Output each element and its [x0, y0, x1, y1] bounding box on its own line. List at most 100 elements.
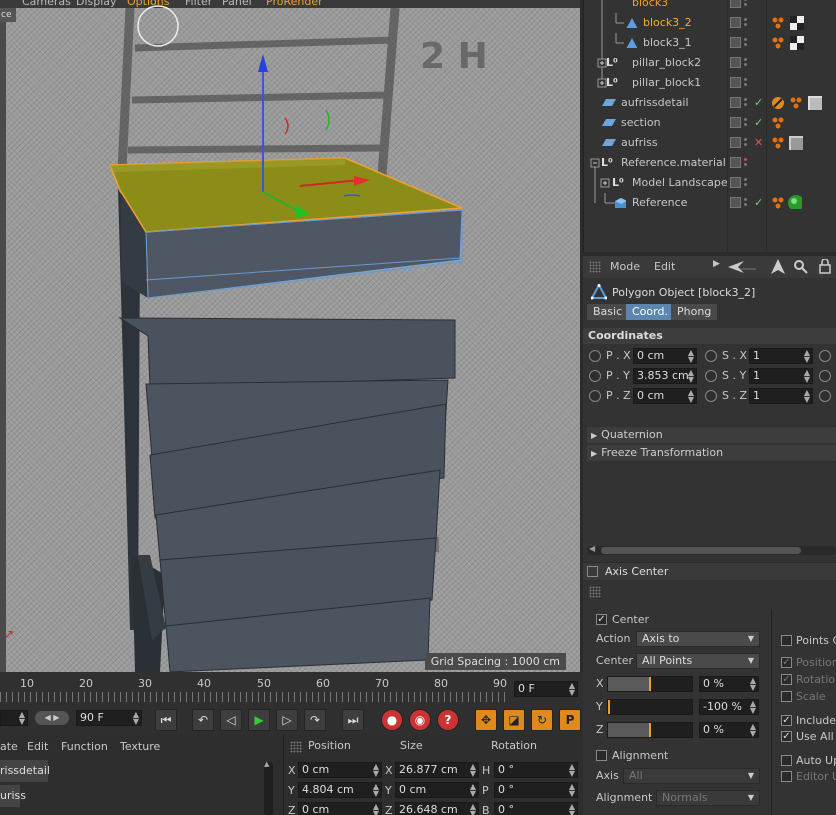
texture-tag-icon[interactable]: [771, 196, 785, 210]
object-flags[interactable]: [730, 36, 750, 50]
tab-coord[interactable]: Coord.: [626, 304, 674, 320]
object-flags[interactable]: [730, 156, 750, 170]
play-icon[interactable]: ▶: [248, 709, 270, 731]
z-percent-field[interactable]: 0 % ▲ ▼: [699, 722, 759, 738]
object-row-aufriss[interactable]: aufriss ✕: [584, 133, 836, 153]
object-row-block3[interactable]: block3: [584, 0, 836, 13]
y-slider[interactable]: [607, 699, 693, 715]
keyframe-radio[interactable]: [819, 350, 831, 362]
object-row-reference[interactable]: Reference ✓: [584, 193, 836, 213]
menu-texture[interactable]: Texture: [120, 740, 160, 753]
object-flags[interactable]: [730, 136, 750, 150]
object-row-block3-1[interactable]: block3_1: [584, 33, 836, 53]
y-percent-field[interactable]: -100 % ▲ ▼: [699, 699, 759, 715]
go-to-end-icon[interactable]: ⏭: [342, 709, 364, 731]
material-tag-icon[interactable]: [789, 136, 803, 150]
enabled-check-icon[interactable]: ✓: [754, 116, 763, 129]
scale-z-field[interactable]: 1 ▲ ▼: [749, 388, 813, 404]
position-z-field[interactable]: 0 cm ▲ ▼: [633, 388, 697, 404]
scene-canvas[interactable]: 2 H H: [0, 0, 580, 672]
scrollbar-thumb[interactable]: [601, 547, 801, 554]
object-row-block3-2[interactable]: block3_2: [584, 13, 836, 33]
chevron-right-icon[interactable]: ▶: [713, 259, 720, 269]
keyframe-selection-icon[interactable]: ?: [437, 709, 459, 731]
search-icon[interactable]: [794, 260, 808, 274]
object-row-section[interactable]: section ✓: [584, 113, 836, 133]
auto-update-checkbox[interactable]: [781, 755, 792, 766]
scroll-left-icon[interactable]: ◀: [589, 544, 595, 553]
parameter-key-icon[interactable]: P: [559, 709, 581, 731]
material-tag-icon[interactable]: [790, 36, 804, 50]
object-flags[interactable]: [730, 56, 750, 70]
position-x-input[interactable]: 0 cm ▲ ▼: [298, 762, 382, 778]
next-frame-icon[interactable]: ▷: [276, 709, 298, 731]
material-item[interactable]: uriss: [0, 785, 26, 807]
object-flags[interactable]: [730, 76, 750, 90]
timeline[interactable]: 10 20 30 40 50 60 70 80 90: [0, 672, 583, 704]
display-tag-icon[interactable]: [771, 96, 785, 110]
action-dropdown[interactable]: Axis to ▼: [636, 631, 760, 647]
pointer-arrow-icon[interactable]: [771, 259, 785, 275]
previous-frame-icon[interactable]: ◁: [220, 709, 242, 731]
axis-center-panel[interactable]: Axis Center ✓ Center Action Axis to ▼ Cen…: [583, 563, 836, 815]
texture-tag-icon[interactable]: [789, 96, 803, 110]
axis-dropdown[interactable]: All ▼: [623, 768, 760, 784]
material-tag-icon[interactable]: [808, 96, 822, 110]
include-checkbox[interactable]: ✓: [781, 715, 792, 726]
lock-icon[interactable]: [819, 259, 831, 274]
timeline-ruler[interactable]: [0, 692, 508, 702]
position-x-field[interactable]: 0 cm ▲ ▼: [633, 348, 697, 364]
frame-range-stepper[interactable]: ◀ ▶: [35, 711, 69, 725]
keyframe-radio[interactable]: [589, 390, 601, 402]
menu-edit[interactable]: Edit: [27, 740, 48, 753]
rotation-key-icon[interactable]: ↻: [531, 709, 553, 731]
fold-quaternion[interactable]: ▶ Quaternion: [587, 427, 836, 443]
keyframe-radio[interactable]: [705, 350, 717, 362]
back-arrow-icon[interactable]: [728, 260, 756, 274]
rotation-checkbox[interactable]: ✓: [781, 674, 792, 685]
current-frame-field[interactable]: 0 F ▲ ▼: [514, 681, 578, 697]
3d-viewport[interactable]: Cameras Display Options Filter Panel Pro…: [0, 0, 580, 672]
tab-phong[interactable]: Phong: [671, 304, 718, 320]
disabled-x-icon[interactable]: ✕: [754, 136, 763, 149]
grip-icon[interactable]: [290, 741, 302, 753]
keyframe-radio[interactable]: [705, 390, 717, 402]
panel-toggle-checkbox[interactable]: [587, 566, 598, 577]
material-item[interactable]: rissdetail: [0, 760, 50, 782]
scroll-up-icon[interactable]: ▲: [264, 760, 269, 768]
position-checkbox[interactable]: ✓: [781, 657, 792, 668]
texture-tag-icon[interactable]: [771, 136, 785, 150]
keyframe-radio[interactable]: [819, 390, 831, 402]
object-flags[interactable]: [730, 96, 750, 110]
size-x-input[interactable]: 26.877 cm ▲ ▼: [395, 762, 479, 778]
menu-mode[interactable]: Mode: [610, 260, 640, 273]
vertical-scrollbar[interactable]: ▲: [264, 760, 273, 815]
position-key-icon[interactable]: ✥: [475, 709, 497, 731]
keyframe-radio[interactable]: [705, 370, 717, 382]
coordinate-manager[interactable]: Position Size Rotation X 0 cm ▲ ▼ X 26.877…: [283, 734, 583, 815]
texture-tag-icon[interactable]: [771, 116, 785, 130]
position-y-input[interactable]: 4.804 cm ▲ ▼: [298, 782, 382, 798]
texture-tag-icon[interactable]: [771, 36, 785, 50]
scale-x-field[interactable]: 1 ▲ ▼: [749, 348, 813, 364]
scale-checkbox[interactable]: [781, 691, 792, 702]
material-sphere-icon[interactable]: [788, 195, 802, 209]
object-flags[interactable]: [730, 116, 750, 130]
object-row-aufrissdetail[interactable]: aufrissdetail ✓: [584, 93, 836, 113]
attribute-manager[interactable]: Mode Edit ▶ Polygon Object [block3_2] Ba…: [583, 256, 836, 562]
object-manager[interactable]: block3 block3_2 block3_1 L⁰ pillar_block…: [583, 0, 836, 252]
points-center-checkbox[interactable]: [781, 635, 792, 646]
editor-update-checkbox[interactable]: [781, 771, 792, 782]
alignment-mode-dropdown[interactable]: Normals ▼: [656, 790, 760, 806]
menu-edit[interactable]: Edit: [654, 260, 675, 273]
rotation-b-input[interactable]: 0 ° ▲ ▼: [494, 802, 578, 815]
object-row-pillar-block2[interactable]: L⁰ pillar_block2: [584, 53, 836, 73]
object-flags[interactable]: [730, 196, 750, 210]
object-flags[interactable]: [730, 0, 750, 10]
size-y-input[interactable]: 0 cm ▲ ▼: [395, 782, 479, 798]
start-frame-field[interactable]: ▲ ▼: [0, 710, 28, 726]
previous-key-icon[interactable]: ↶: [192, 709, 214, 731]
center-checkbox[interactable]: ✓: [596, 614, 607, 625]
enabled-check-icon[interactable]: ✓: [754, 96, 763, 109]
record-active-icon[interactable]: ●: [381, 709, 403, 731]
